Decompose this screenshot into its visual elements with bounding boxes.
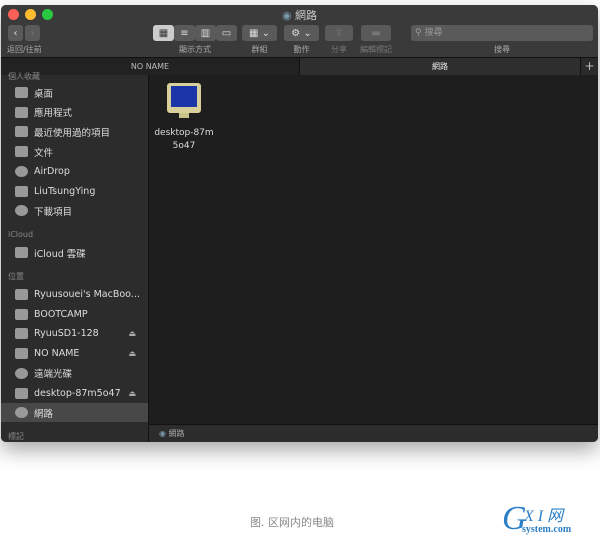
network-icon: ◉ bbox=[281, 9, 292, 22]
search-icon: ⚲ bbox=[415, 28, 422, 38]
finder-window: ◉ 網路 ‹ › 返回/往前 ▦ ≡ ▥ ▭ 顯示方式 ▦ ⌄ 群組 ⚙ ⌄ 動… bbox=[1, 5, 598, 442]
new-tab-button[interactable]: + bbox=[580, 58, 598, 75]
disk-icon bbox=[15, 348, 28, 360]
desktop-icon bbox=[15, 87, 28, 98]
watermark-logo: GX I 网 system.com bbox=[502, 500, 572, 537]
locations-header: 位置 bbox=[8, 272, 24, 281]
share-label: 分享 bbox=[331, 45, 347, 54]
sidebar-item[interactable]: AirDrop bbox=[1, 162, 148, 181]
sidebar-item[interactable]: NO NAME ⏏ bbox=[1, 344, 148, 363]
tab-network[interactable]: 網路 bbox=[299, 58, 580, 75]
network-icon bbox=[15, 407, 28, 419]
sidebar-item-label: 桌面 bbox=[34, 88, 54, 100]
icon-view-button[interactable]: ▦ bbox=[153, 25, 174, 41]
sidebar-item[interactable]: BOOTCAMP bbox=[1, 305, 148, 324]
column-view-button[interactable]: ▥ bbox=[195, 25, 216, 41]
sidebar-item-label: iCloud 雲碟 bbox=[34, 248, 86, 260]
sidebar-item-label: 下載項目 bbox=[34, 206, 73, 218]
tags-header: 標記 bbox=[8, 432, 24, 441]
sidebar-item[interactable]: 遠端光碟 bbox=[1, 364, 148, 383]
group-button[interactable]: ▦ ⌄ bbox=[242, 25, 277, 41]
sidebar-item[interactable]: 桌面 bbox=[1, 83, 148, 102]
sidebar-item-label: Ryuusouei's MacBoo... bbox=[34, 289, 140, 300]
applications-icon bbox=[15, 106, 28, 118]
sidebar-item-label: NO NAME bbox=[34, 348, 80, 360]
sidebar-item-label: BOOTCAMP bbox=[34, 308, 88, 320]
window-title-text: 網路 bbox=[295, 9, 318, 22]
view-label: 顯示方式 bbox=[179, 45, 211, 54]
downloads-icon bbox=[15, 205, 28, 217]
action-button[interactable]: ⚙ ⌄ bbox=[284, 25, 319, 41]
window-title: ◉ 網路 bbox=[1, 7, 598, 23]
monitor-icon bbox=[167, 83, 201, 118]
documents-icon bbox=[15, 146, 28, 158]
caption: 图. 区网内的电脑 bbox=[250, 516, 334, 529]
back-button[interactable]: ‹ bbox=[8, 25, 23, 41]
sidebar-item-label: 最近使用過的項目 bbox=[34, 127, 111, 139]
sidebar-item-label: 遠端光碟 bbox=[34, 369, 73, 381]
sidebar-item[interactable]: RyuuSD1-128 ⏏ bbox=[1, 324, 148, 343]
sidebar-item-label: 文件 bbox=[34, 147, 54, 159]
toolbar: ◉ 網路 ‹ › 返回/往前 ▦ ≡ ▥ ▭ 顯示方式 ▦ ⌄ 群組 ⚙ ⌄ 動… bbox=[1, 5, 598, 57]
tags-label: 編輯標記 bbox=[360, 45, 392, 54]
network-icon: ◉ bbox=[159, 429, 166, 438]
sidebar-item[interactable]: 應用程式 bbox=[1, 103, 148, 122]
sidebar-item[interactable]: LiuTsungYing bbox=[1, 182, 148, 201]
file-name: desktop-87m 5o47 bbox=[154, 128, 214, 151]
monitor-icon bbox=[15, 387, 28, 399]
sidebar-item[interactable]: 最近使用過的項目 bbox=[1, 122, 148, 141]
sidebar-item[interactable]: iCloud 雲碟 bbox=[1, 243, 148, 262]
recents-icon bbox=[15, 126, 28, 138]
group-label: 群組 bbox=[251, 45, 268, 54]
laptop-icon bbox=[15, 289, 28, 300]
path-bar: ◉ 網路 bbox=[149, 424, 598, 442]
sidebar-item-label: 網路 bbox=[34, 408, 54, 420]
list-view-button[interactable]: ≡ bbox=[174, 25, 195, 41]
eject-icon[interactable]: ⏏ bbox=[128, 389, 136, 398]
airdrop-icon bbox=[15, 165, 28, 177]
disk-icon bbox=[15, 308, 28, 320]
search-placeholder: 搜尋 bbox=[424, 28, 443, 38]
optical-disc-icon bbox=[15, 367, 28, 379]
eject-icon[interactable]: ⏏ bbox=[128, 349, 136, 358]
tab-bar: NO NAME 網路 + bbox=[1, 57, 598, 75]
share-button[interactable]: ⇪ bbox=[325, 25, 353, 41]
cloud-icon bbox=[15, 247, 28, 258]
gallery-view-button[interactable]: ▭ bbox=[216, 25, 237, 41]
disk-icon bbox=[15, 328, 28, 340]
icloud-header: iCloud bbox=[8, 230, 34, 239]
file-area: desktop-87m 5o47 bbox=[149, 75, 598, 424]
action-label: 動作 bbox=[293, 45, 310, 54]
forward-button[interactable]: › bbox=[25, 25, 40, 41]
search-input[interactable]: ⚲ 搜尋 bbox=[411, 25, 593, 41]
sidebar-item-label: RyuuSD1-128 bbox=[34, 328, 99, 340]
sidebar-item-label: desktop-87m5o47 bbox=[34, 387, 121, 399]
sidebar: 個人收藏 桌面應用程式最近使用過的項目 文件 AirDrop LiuTsungYing… bbox=[1, 72, 149, 442]
search-label: 搜尋 bbox=[494, 45, 510, 54]
back-forward-label: 返回/往前 bbox=[7, 45, 42, 54]
sidebar-item-label: 應用程式 bbox=[34, 108, 73, 120]
tags-button[interactable]: ▬ bbox=[361, 25, 391, 41]
file-item[interactable]: desktop-87m 5o47 bbox=[149, 75, 219, 160]
sidebar-item-label: AirDrop bbox=[34, 165, 70, 177]
sidebar-item[interactable]: 網路 bbox=[1, 403, 148, 423]
sidebar-item[interactable]: 文件 bbox=[1, 142, 148, 161]
sidebar-item[interactable]: desktop-87m5o47 ⏏ bbox=[1, 384, 148, 403]
sidebar-item[interactable]: 下載項目 bbox=[1, 201, 148, 220]
path-item[interactable]: 網路 bbox=[169, 429, 185, 438]
sidebar-item[interactable]: Ryuusouei's MacBoo... bbox=[1, 285, 148, 304]
sidebar-item-label: LiuTsungYing bbox=[34, 185, 96, 197]
tab-no-name[interactable]: NO NAME bbox=[1, 58, 299, 75]
eject-icon[interactable]: ⏏ bbox=[128, 329, 136, 338]
home-icon bbox=[15, 185, 28, 197]
favorites-header: 個人收藏 bbox=[8, 72, 40, 81]
